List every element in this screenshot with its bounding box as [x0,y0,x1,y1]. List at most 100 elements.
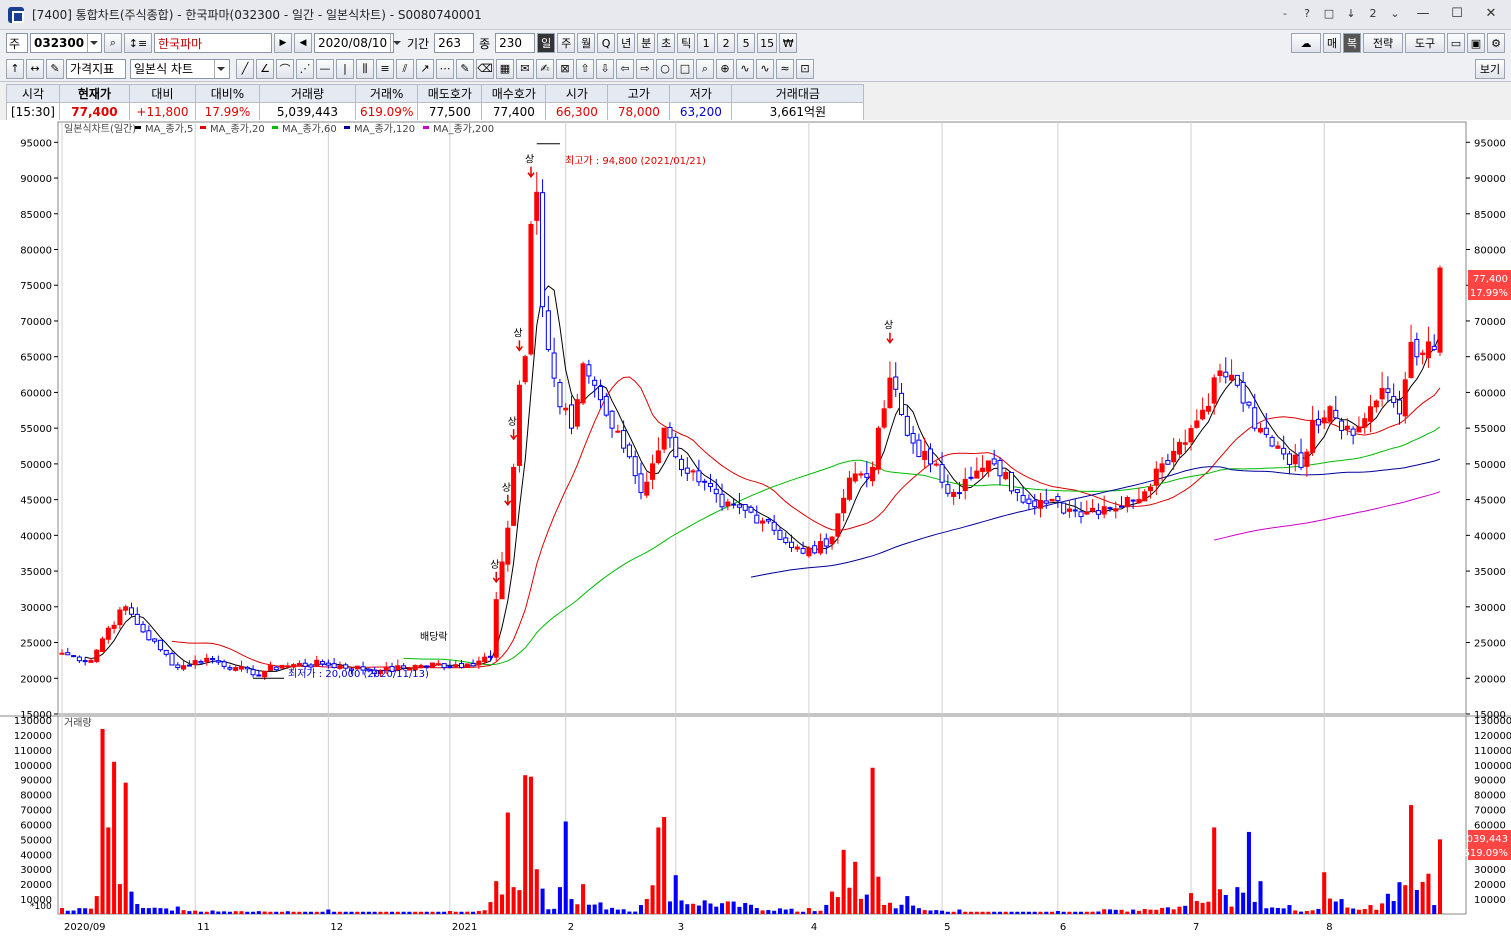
chevron-icon[interactable]: ⌄ [1387,6,1403,22]
close-button[interactable]: ✕ [1477,6,1505,22]
interval-1[interactable]: 1 [697,33,716,53]
trend-icon[interactable]: ↗ [416,58,434,79]
screen-count-icon[interactable]: 2 [1365,6,1381,22]
volume-bar-132 [824,904,829,914]
angle-icon[interactable]: ∠ [256,58,274,79]
interval-minute[interactable]: 분 [637,33,656,53]
pin-icon[interactable]: ↓ [1343,6,1359,22]
legend-ma-3: MA_종가,120 [354,123,415,135]
count-input[interactable]: 230 [495,33,536,53]
interval-5[interactable]: 5 [737,33,756,53]
down-icon[interactable]: ⇩ [596,58,614,79]
edit-doc-icon[interactable]: ✍ [536,58,554,79]
left-icon[interactable]: ⇦ [616,58,634,79]
code-input[interactable]: 032300 [30,33,102,53]
cloud-icon[interactable]: ☁ [1291,33,1321,53]
zoom-icon[interactable]: ⌕ [696,58,714,79]
volume-bar-116 [731,901,736,914]
period-input[interactable]: 263 [434,33,475,53]
square-icon[interactable]: □ [676,58,694,79]
interval-year[interactable]: 년 [617,33,636,53]
volume-bar-222 [1345,907,1350,914]
search-icon[interactable]: ⌕ [104,33,122,53]
interval-day[interactable]: 일 [537,33,556,53]
tools-button[interactable]: 도구 [1405,33,1445,53]
candle-body-202 [1229,374,1235,381]
next-stock-icon[interactable]: ◀ [294,33,312,53]
palette-icon[interactable]: ▦ [496,58,514,79]
ytick-label-left-95000: 95000 [20,138,52,149]
interval-quarter[interactable]: Q [597,33,616,53]
quote-value-5: 619.09% [354,102,419,121]
pencil-icon[interactable]: ✎ [456,58,474,79]
volume-bar-194 [1183,905,1188,914]
line-icon[interactable]: ╱ [236,58,254,79]
market-select[interactable]: 주 [6,33,28,53]
toolbar-right: ☁ 매 복 전략 도구 ▭ ▣ ⚙ [1291,33,1505,53]
exit-icon[interactable]: ⊡ [796,58,814,79]
grid-icon[interactable]: ⫼ [356,58,374,79]
date-input[interactable]: 2020/08/10 [314,33,402,53]
interval-week[interactable]: 주 [557,33,576,53]
view-button[interactable]: 보기 [1475,58,1505,79]
up-icon[interactable]: ⇧ [576,58,594,79]
strategy-button[interactable]: 전략 [1363,33,1403,53]
volume-bar-153 [945,911,950,914]
fan-icon[interactable]: ⋰ [296,58,314,79]
vline-icon[interactable]: | [336,58,354,79]
stock-name-field[interactable]: 한국파마 [154,33,272,53]
wave-icon[interactable]: ∿ [736,58,754,79]
edit-icon[interactable]: ✎ [46,58,64,79]
right-icon[interactable]: ⇨ [636,58,654,79]
interval-month[interactable]: 월 [577,33,596,53]
volume-bar-55 [378,911,383,914]
help-icon[interactable]: ? [1299,6,1315,22]
volume-bar-144 [893,908,898,914]
note-icon[interactable]: ✉ [516,58,534,79]
interval-2[interactable]: 2 [717,33,736,53]
volume-bar-220 [1333,901,1338,914]
currency-icon[interactable]: ₩ [779,33,798,53]
arrows-horizontal-icon[interactable]: ↔ [26,58,44,79]
interval-second[interactable]: 초 [657,33,676,53]
maximize-button[interactable]: ☐ [1443,6,1471,22]
arrow-up-icon[interactable]: ↑ [6,58,24,79]
candle-body-237 [1431,345,1437,351]
arc-icon[interactable]: ⌒ [276,58,294,79]
dup-button[interactable]: 복 [1343,33,1361,53]
volume-bar-35 [262,911,267,914]
candle-body-28 [221,661,227,667]
save-icon[interactable]: ▣ [1467,33,1485,53]
sort-icon[interactable]: ↕≡ [124,33,152,53]
minimize-tray-icon[interactable]: - [1277,6,1293,22]
eraser-icon[interactable]: ⌫ [476,58,494,79]
volume-bar-198 [1206,901,1211,914]
dividend-annotation: 배당락 [420,631,448,643]
restore-icon[interactable]: □ [1321,6,1337,22]
zoom-in-icon[interactable]: ⊕ [716,58,734,79]
chart-type-select[interactable]: 일본식 차트 [130,58,230,79]
hline-icon[interactable]: — [316,58,334,79]
folder-icon[interactable]: ▭ [1447,33,1465,53]
delete-icon[interactable]: ⊠ [556,58,574,79]
interval-tick[interactable]: 틱 [677,33,696,53]
candle-body-187 [1142,491,1148,502]
settings-icon[interactable]: ⚙ [1487,33,1505,53]
candle-body-73 [482,656,488,663]
indicator-select[interactable]: 가격지표 [66,58,126,79]
circle-icon[interactable]: ○ [656,58,674,79]
prev-stock-icon[interactable]: ▶ [274,33,292,53]
channel-icon[interactable]: ⫽ [396,58,414,79]
volume-bar-77 [505,812,510,914]
candle-body-3 [76,656,82,662]
candle-body-204 [1240,381,1246,404]
minimize-button[interactable]: — [1409,6,1437,22]
wave2-icon[interactable]: ∿ [756,58,774,79]
chart-area[interactable]: 15000 1500020000 2000025000 2500030000 30000… [0,120,1511,936]
volume-bar-72 [476,911,481,914]
buy-button[interactable]: 매 [1323,33,1341,53]
fibo-icon[interactable]: ≡ [376,58,394,79]
interval-15[interactable]: 15 [757,33,778,53]
multiline-icon[interactable]: ⋯ [436,58,454,79]
wave3-icon[interactable]: ≈ [776,58,794,79]
